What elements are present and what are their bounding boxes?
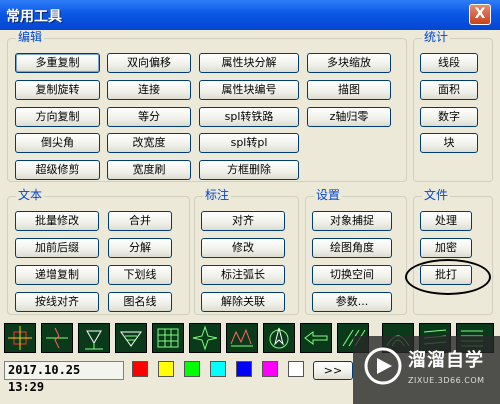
two-way-offset-button[interactable]: 双向偏移 (107, 53, 191, 73)
number-button[interactable]: 数字 (420, 107, 478, 127)
align-to-line-button[interactable]: 按线对齐 (15, 292, 99, 312)
datetime-display: 2017.10.25 13:29 (4, 361, 124, 394)
color-swatch-cyan[interactable] (210, 361, 226, 377)
spl-to-rail-button[interactable]: spl转铁路 (199, 107, 299, 127)
color-swatch-red[interactable] (132, 361, 148, 377)
color-swatch-yellow[interactable] (158, 361, 174, 377)
polyline-icon[interactable] (226, 323, 258, 353)
width-brush-button[interactable]: 宽度刷 (107, 160, 191, 180)
object-snap-button[interactable]: 对象捕捉 (312, 211, 392, 231)
arrow-left-icon[interactable] (300, 323, 332, 353)
color-swatch-white[interactable] (288, 361, 304, 377)
attr-block-explode-button[interactable]: 属性块分解 (199, 53, 299, 73)
area-button[interactable]: 面积 (420, 80, 478, 100)
line-break-icon[interactable] (41, 323, 73, 353)
close-button[interactable]: X (469, 4, 491, 25)
draw-angle-button[interactable]: 绘图角度 (312, 238, 392, 258)
color-swatch-blue[interactable] (236, 361, 252, 377)
chamfer-corner-button[interactable]: 倒尖角 (15, 133, 100, 153)
watermark-logo-icon (364, 347, 402, 385)
divide-button[interactable]: 等分 (107, 107, 191, 127)
tool-window: 常用工具 X 编辑 多重复制 双向偏移 属性块分解 多块缩放 复制旋转 连接 属… (0, 0, 500, 404)
group-file-label: 文件 (422, 188, 451, 202)
arrow-hatch-icon[interactable] (115, 323, 147, 353)
dim-modify-button[interactable]: 修改 (201, 238, 285, 258)
disassociate-button[interactable]: 解除关联 (201, 292, 285, 312)
more-button[interactable]: >> (313, 361, 353, 380)
increment-copy-button[interactable]: 递增复制 (15, 265, 99, 285)
change-width-button[interactable]: 改宽度 (107, 133, 191, 153)
group-edit-label: 编辑 (16, 30, 45, 44)
watermark-subtitle: ZIXUE.3D66.COM (408, 376, 485, 385)
block-button[interactable]: 块 (420, 133, 478, 153)
north-arrow-icon[interactable] (263, 323, 295, 353)
copy-rotate-button[interactable]: 复制旋转 (15, 80, 100, 100)
triangle-marker-icon[interactable] (78, 323, 110, 353)
parameters-button[interactable]: 参数... (312, 292, 392, 312)
attr-block-number-button[interactable]: 属性块编号 (199, 80, 299, 100)
grid-table-icon[interactable] (152, 323, 184, 353)
color-swatch-green[interactable] (184, 361, 200, 377)
annotation-ellipse (405, 259, 491, 295)
star-icon[interactable] (189, 323, 221, 353)
title-bar[interactable]: 常用工具 X (0, 0, 500, 30)
arc-length-button[interactable]: 标注弧长 (201, 265, 285, 285)
watermark: 溜溜自学 ZIXUE.3D66.COM (353, 336, 500, 404)
segment-count-button[interactable]: 线段 (420, 53, 478, 73)
prefix-suffix-button[interactable]: 加前后缀 (15, 238, 99, 258)
group-text-label: 文本 (16, 188, 45, 202)
group-stats-label: 统计 (422, 30, 451, 44)
encrypt-button[interactable]: 加密 (420, 238, 472, 258)
direction-copy-button[interactable]: 方向复制 (15, 107, 100, 127)
dim-align-button[interactable]: 对齐 (201, 211, 285, 231)
join-button[interactable]: 连接 (107, 80, 191, 100)
watermark-brand: 溜溜自学 (408, 350, 484, 371)
trace-button[interactable]: 描图 (307, 80, 391, 100)
group-settings-label: 设置 (314, 188, 343, 202)
box-delete-button[interactable]: 方框删除 (199, 160, 299, 180)
spl-to-pl-button[interactable]: spl转pl (199, 133, 299, 153)
drawing-title-line-button[interactable]: 图名线 (108, 292, 172, 312)
explode-text-button[interactable]: 分解 (108, 238, 172, 258)
batch-modify-button[interactable]: 批量修改 (15, 211, 99, 231)
color-swatch-magenta[interactable] (262, 361, 278, 377)
group-annotate-label: 标注 (203, 188, 232, 202)
multi-copy-button[interactable]: 多重复制 (15, 53, 100, 73)
process-button[interactable]: 处理 (420, 211, 472, 231)
multi-block-scale-button[interactable]: 多块缩放 (307, 53, 391, 73)
switch-space-button[interactable]: 切换空间 (312, 265, 392, 285)
merge-button[interactable]: 合并 (108, 211, 172, 231)
window-title: 常用工具 (6, 9, 62, 25)
z-axis-zero-button[interactable]: z轴归零 (307, 107, 391, 127)
underline-button[interactable]: 下划线 (108, 265, 172, 285)
super-trim-button[interactable]: 超级修剪 (15, 160, 100, 180)
crosshair-icon[interactable] (4, 323, 36, 353)
